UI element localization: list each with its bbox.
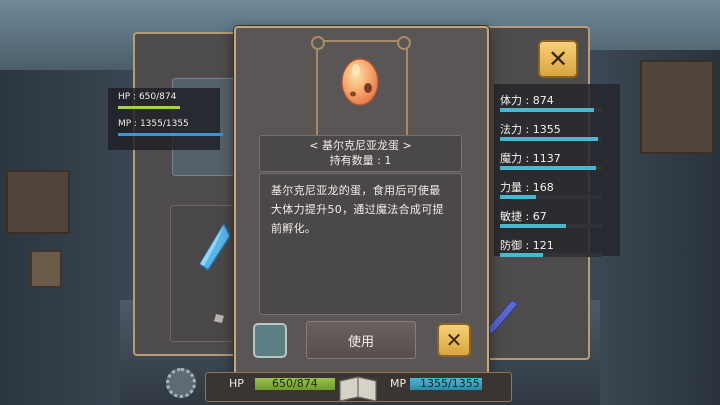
hud-hp-value: 650/874: [272, 377, 318, 390]
attribute-bar: [500, 166, 596, 170]
attribute-bar-track: [500, 166, 602, 170]
item-description: 基尔克尼亚龙的蛋，食用后可使最大体力提升50，通过魔法合成可提前孵化。: [271, 184, 444, 235]
popup-close-button[interactable]: ✕: [437, 323, 471, 357]
mp-text: MP : 1355/1355: [118, 119, 189, 129]
attribute-bar-track: [500, 224, 602, 228]
player-stats-strip: HP : 650/874 MP : 1355/1355: [108, 88, 223, 150]
hp-text: HP : 650/874: [118, 92, 177, 102]
hud-mp-value: 1355/1355: [420, 377, 480, 390]
book-icon[interactable]: [338, 375, 378, 403]
item-quantity: 持有数量 : 1: [329, 154, 392, 167]
gear-icon[interactable]: [166, 368, 196, 398]
hp-bar: [118, 106, 180, 109]
hud-mp-label: MP: [390, 377, 407, 390]
attribute-bar-track: [500, 253, 602, 257]
attribute-label: 体力 : 874: [500, 94, 554, 107]
bookshelf: [6, 170, 70, 234]
attribute-bar: [500, 137, 598, 141]
close-icon: ✕: [547, 45, 569, 73]
attribute-bar-track: [500, 108, 602, 112]
frame-ornament: [397, 36, 411, 50]
attribute-bar: [500, 253, 543, 257]
dragon-egg-icon: [341, 58, 379, 106]
attribute-label: 力量 : 168: [500, 181, 554, 194]
item-name: < 基尔克尼亚龙蛋 >: [309, 139, 412, 152]
hud-hp-label: HP: [229, 377, 244, 390]
attribute-bar-track: [500, 195, 602, 199]
cabinet: [640, 60, 714, 154]
close-icon: ✕: [445, 328, 463, 352]
mp-bar: [118, 133, 223, 136]
attribute-bar: [500, 224, 566, 228]
attribute-label: 魔力 : 1137: [500, 152, 561, 165]
attribute-label: 法力 : 1355: [500, 123, 561, 136]
attribute-label: 防御 : 121: [500, 239, 554, 252]
attribute-bar: [500, 108, 594, 112]
attribute-bar-track: [500, 137, 602, 141]
item-slot-button[interactable]: [253, 323, 287, 358]
close-button[interactable]: ✕: [538, 40, 578, 78]
frame-ornament: [311, 36, 325, 50]
item-name-box: < 基尔克尼亚龙蛋 > 持有数量 : 1: [259, 135, 462, 172]
attribute-bar: [500, 195, 536, 199]
crystal-icon: [199, 222, 230, 272]
sword-icon: [486, 300, 518, 334]
use-button[interactable]: 使用: [306, 321, 416, 359]
crate: [30, 250, 62, 288]
attribute-label: 敏捷 : 67: [500, 210, 547, 223]
